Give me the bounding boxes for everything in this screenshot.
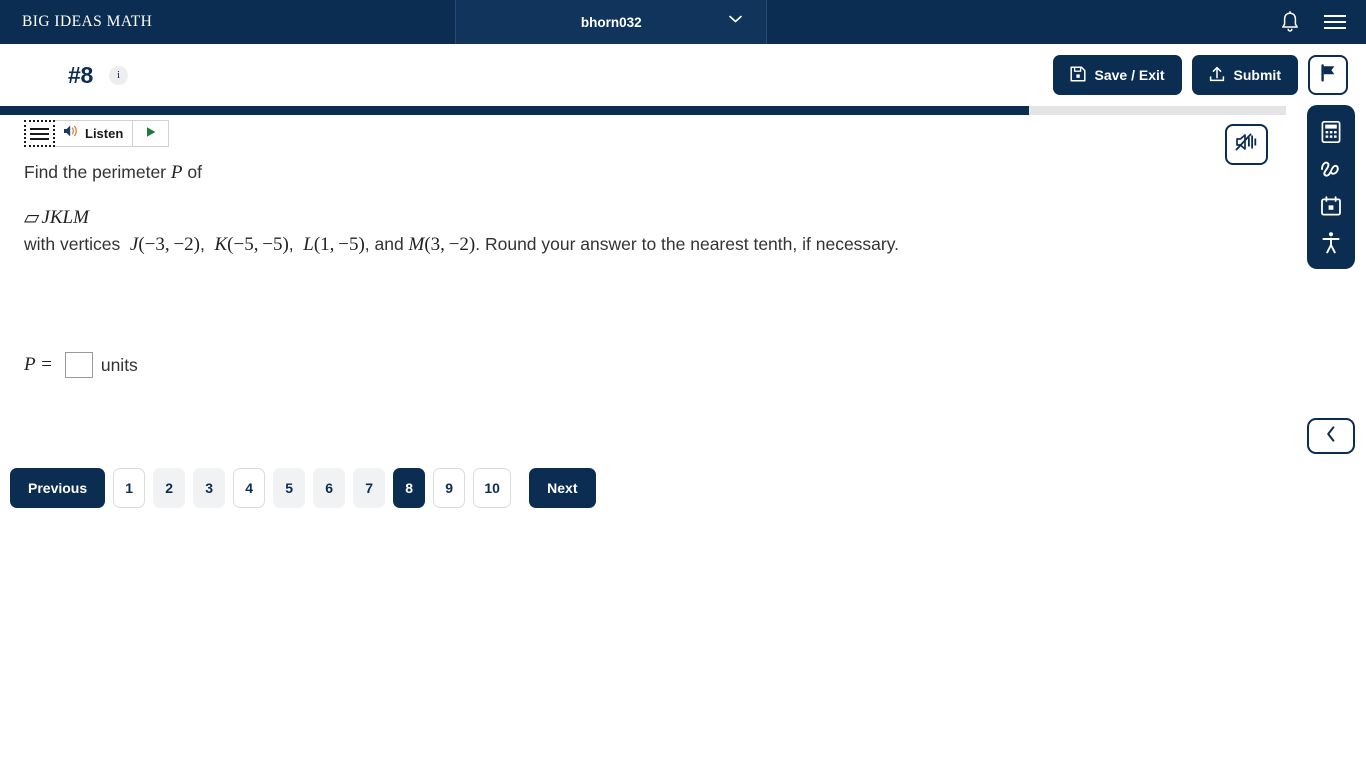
flag-icon	[1318, 63, 1338, 88]
listen-label: Listen	[85, 126, 124, 141]
rounding-instruction: . Round your answer to the nearest tenth…	[475, 233, 900, 254]
page-number-2[interactable]: 2	[153, 468, 186, 508]
flag-question-button[interactable]	[1308, 55, 1348, 95]
vertices-line: with vertices J(−3, −2), K(−5, −5), L(1,…	[24, 230, 1084, 260]
floppy-disk-icon	[1069, 65, 1086, 85]
text-to-speech-widget: Listen	[24, 120, 170, 147]
progress-bar-fill	[0, 106, 1029, 115]
accessibility-icon[interactable]	[1316, 228, 1346, 258]
vertices-lead: with vertices	[24, 233, 121, 254]
save-exit-label: Save / Exit	[1094, 67, 1165, 83]
page-number-9[interactable]: 9	[433, 468, 466, 508]
question-header-bar: #8 i Save / Exit Submit	[0, 44, 1366, 106]
answer-input[interactable]	[64, 352, 93, 378]
page-title: #8	[68, 61, 93, 88]
shape-name-line: ▱ JKLM	[24, 206, 1084, 229]
question-pagination: Previous 1 2 3 4 5 6 7 8 9 10 Next	[10, 468, 596, 508]
submit-label: Submit	[1233, 67, 1281, 83]
vertex-point: L(1, −5)	[303, 233, 365, 255]
username-label: bhorn032	[580, 14, 642, 30]
next-button[interactable]: Next	[529, 468, 596, 508]
answer-label: P =	[24, 354, 53, 375]
page-number-3[interactable]: 3	[193, 468, 226, 508]
page-number-4[interactable]: 4	[233, 468, 266, 508]
assignment-progress-bar	[0, 106, 1286, 115]
shape-label: JKLM	[41, 206, 89, 228]
page-number-10[interactable]: 10	[473, 468, 512, 508]
notes-calendar-icon[interactable]	[1316, 191, 1346, 221]
save-exit-button[interactable]: Save / Exit	[1052, 55, 1182, 95]
speaker-mute-icon	[1234, 130, 1260, 159]
drag-handle-icon[interactable]	[24, 120, 55, 147]
nav-actions	[1280, 11, 1366, 33]
user-account-menu[interactable]: bhorn032	[455, 0, 768, 44]
vertex-coordinate-list: J(−3, −2), K(−5, −5), L(1, −5), and M(3,…	[125, 233, 476, 255]
info-icon[interactable]: i	[108, 65, 128, 85]
answer-row: P = units	[24, 352, 138, 378]
speaker-icon	[63, 124, 80, 143]
coordinate-separator: ,	[199, 233, 210, 254]
header-action-buttons: Save / Exit Submit	[1052, 55, 1366, 95]
page-number-list: 1 2 3 4 5 6 7 8 9 10	[113, 468, 512, 508]
play-triangle-icon	[145, 125, 157, 143]
parallelogram-icon: ▱	[24, 204, 40, 229]
question-prompt-line: Find the perimeter P of	[24, 160, 1084, 186]
notification-bell-icon[interactable]	[1280, 11, 1300, 33]
top-navigation-bar: BIG IDEAS MATH bhorn032	[0, 0, 1366, 44]
tools-sidebar	[1307, 105, 1355, 269]
calculator-icon[interactable]	[1316, 117, 1346, 147]
listen-button[interactable]: Listen	[55, 120, 134, 147]
vertex-point: M(3, −2)	[408, 233, 476, 255]
page-number-6[interactable]: 6	[313, 468, 346, 508]
coordinate-separator: ,	[288, 233, 299, 254]
question-content: Find the perimeter P of ▱ JKLM with verti…	[24, 160, 1084, 260]
play-button[interactable]	[133, 120, 170, 147]
page-number-7[interactable]: 7	[353, 468, 386, 508]
draw-scribble-icon[interactable]	[1316, 154, 1346, 184]
and-word: , and	[364, 233, 404, 254]
page-number-8[interactable]: 8	[393, 468, 426, 508]
prompt-suffix: of	[187, 162, 202, 182]
brand-logo: BIG IDEAS MATH	[22, 13, 153, 30]
perimeter-variable: P	[170, 162, 183, 183]
assignment-page: BIG IDEAS MATH bhorn032 #8 i Save / Exit…	[0, 0, 1366, 768]
hamburger-menu-icon[interactable]	[1324, 14, 1346, 30]
chevron-left-icon	[1326, 425, 1336, 447]
chevron-down-icon	[729, 11, 743, 26]
answer-units-label: units	[100, 354, 138, 375]
collapse-panel-button[interactable]	[1307, 418, 1355, 454]
page-number-1[interactable]: 1	[113, 468, 146, 508]
vertex-point: K(−5, −5)	[214, 233, 289, 255]
mute-audio-button[interactable]	[1225, 124, 1268, 165]
previous-button[interactable]: Previous	[10, 468, 106, 508]
upload-icon	[1209, 66, 1225, 85]
page-number-5[interactable]: 5	[273, 468, 306, 508]
prompt-prefix: Find the perimeter	[24, 162, 167, 182]
submit-button[interactable]: Submit	[1191, 55, 1298, 95]
vertex-point: J(−3, −2)	[129, 233, 200, 255]
